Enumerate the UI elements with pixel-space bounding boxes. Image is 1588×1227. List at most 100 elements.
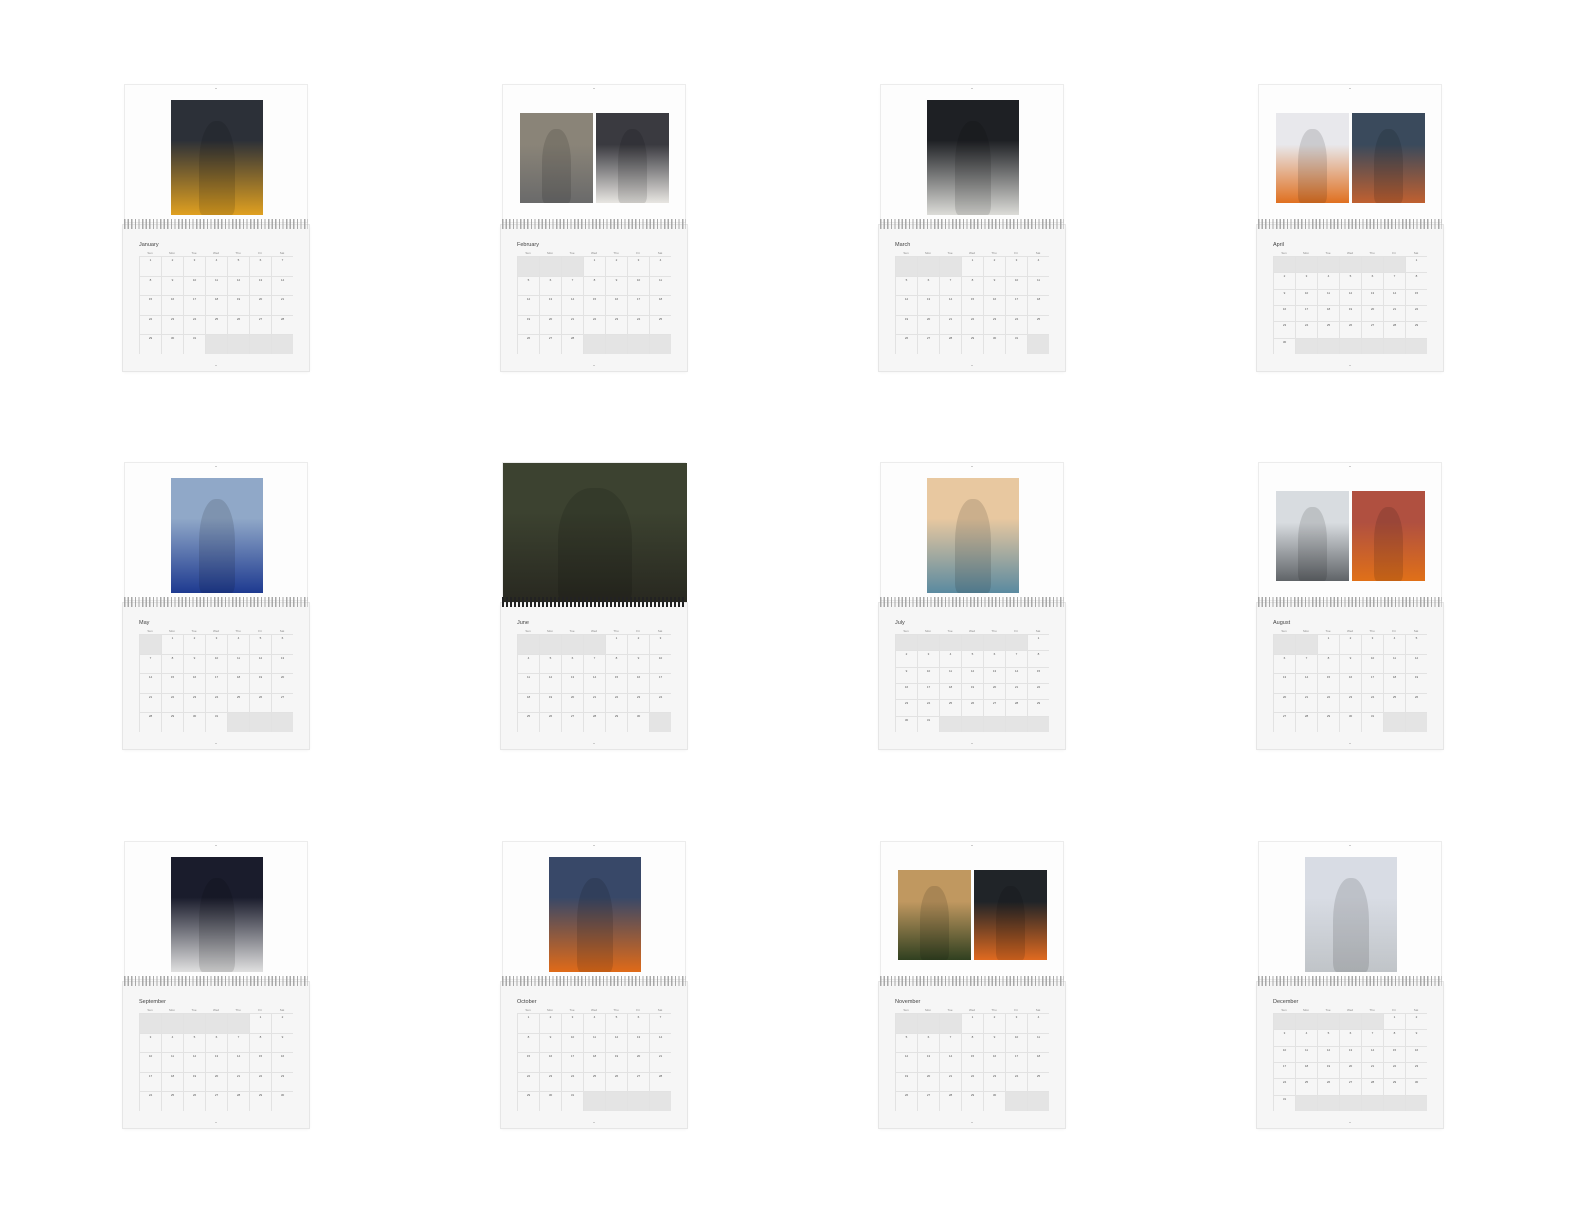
calendar-page-may[interactable]: May Sun Mon Tue Wed Thu Fri Sat 1 2 3 4 5 6 7 8 9 10 11 12 1… [123,463,309,749]
day-cell: 19 [249,673,271,693]
month-title: January [139,242,159,248]
day-cell: 30 [1273,337,1295,354]
footer-mark [593,365,595,366]
day-cell: 10 [1361,653,1383,674]
day-cell: 13 [983,666,1005,683]
day-cell: 13 [249,275,271,296]
day-cell: 1 [249,1013,271,1033]
day-cell: 23 [161,314,183,335]
day-cell [583,334,605,354]
day-cell: 21 [1295,692,1317,713]
day-cell: 21 [271,295,293,315]
calendar-page-december[interactable]: December Sun Mon Tue Wed Thu Fri Sat 1 2 3 4 5 6 7 8 9 10… [1257,842,1443,1128]
day-cell: 12 [895,1052,917,1072]
day-cell: 7 [271,256,293,276]
day-cell: 2 [627,634,649,654]
day-cell: 19 [183,1071,205,1092]
day-cell: 7 [1005,650,1027,667]
day-cell: 5 [517,275,539,296]
day-cell: 28 [939,1091,961,1111]
day-cell: 22 [1383,1062,1405,1079]
day-cell: 3 [205,634,227,654]
day-cell [1339,256,1361,273]
day-cell: 29 [249,1091,271,1111]
calendar-page-october[interactable]: October Sun Mon Tue Wed Thu Fri Sat 1 2 3 4 5 6 7 8 9 10 1… [501,842,687,1128]
day-cell: 22 [961,1071,983,1092]
day-cell: 4 [1317,272,1339,289]
day-cell: 27 [917,334,939,354]
month-title: June [517,620,529,626]
day-cell: 14 [1361,1045,1383,1062]
calendar-photo [1352,113,1425,203]
calendar-page-august[interactable]: August Sun Mon Tue Wed Thu Fri Sat 1 2 3 4 5 6 7 8 9 10 11… [1257,463,1443,749]
calendar-page-april[interactable]: April Sun Mon Tue Wed Thu Fri Sat 1 2 3 4 5 6 7 8 9 10 11 1… [1257,85,1443,371]
calendar-photo [1305,857,1397,972]
day-cell [249,334,271,354]
day-cell: 27 [561,712,583,732]
calendar-photo [927,478,1019,593]
day-cell: 25 [205,314,227,335]
day-cell [627,1091,649,1111]
calendar-page-july[interactable]: July Sun Mon Tue Wed Thu Fri Sat 1 2 3 4 5 6 7 8 9 10 11 12… [879,463,1065,749]
hanger-mark [971,845,973,846]
day-cell [939,715,961,732]
day-cell: 2 [983,256,1005,276]
month-title: April [1273,242,1285,248]
calendar-photo [596,113,669,203]
day-cell: 5 [249,634,271,654]
day-cell: 2 [1339,634,1361,654]
day-cell: 15 [161,673,183,693]
day-cell: 4 [1027,1013,1049,1033]
photo-subject [1373,507,1404,581]
day-cell [961,634,983,651]
calendar-page-september[interactable]: September Sun Mon Tue Wed Thu Fri Sat 1 2 3 4 5 6 7 8 9 1… [123,842,309,1128]
calendar-page-november[interactable]: November Sun Mon Tue Wed Thu Fri Sat 1 2 3 4 5 6 7 8 9 10… [879,842,1065,1128]
footer-mark [593,743,595,744]
calendar-page-february[interactable]: February Sun Mon Tue Wed Thu Fri Sat 1 2 3 4 5 6 7 8 9 10… [501,85,687,371]
day-cell: 25 [1317,321,1339,338]
day-cell: 6 [249,256,271,276]
day-cell [539,634,561,654]
day-cell: 11 [1295,1045,1317,1062]
day-cell [1027,334,1049,354]
month-grid: Sun Mon Tue Wed Thu Fri Sat 1 2 3 4 5 6 7 8 9 10 11 12 13 14… [1273,250,1427,354]
hanger-mark [971,88,973,89]
day-cell: 12 [1339,288,1361,305]
day-cell [1317,256,1339,273]
day-cell: 11 [1027,1032,1049,1053]
day-cell: 28 [649,1071,671,1092]
day-cell: 2 [271,1013,293,1033]
day-cell: 23 [627,692,649,713]
day-cell: 18 [1027,295,1049,315]
day-cell: 11 [1383,653,1405,674]
day-cell: 4 [583,1013,605,1033]
day-cell: 11 [161,1052,183,1072]
day-cell: 5 [539,653,561,674]
day-cell: 19 [1317,1062,1339,1079]
month-grid: Sun Mon Tue Wed Thu Fri Sat 1 2 3 4 5 6 7 8 9 10 11 12 13 14… [895,1007,1049,1111]
day-cell: 12 [895,295,917,315]
calendar-photo [520,113,593,203]
day-cell: 16 [539,1052,561,1072]
day-cell: 10 [917,666,939,683]
day-cell: 1 [961,1013,983,1033]
day-cell: 15 [139,295,161,315]
day-cell: 1 [961,256,983,276]
day-cell: 30 [983,1091,1005,1111]
day-cell: 19 [605,1052,627,1072]
day-cell: 17 [561,1052,583,1072]
day-cell: 20 [561,692,583,713]
calendar-page-june[interactable]: June Sun Mon Tue Wed Thu Fri Sat 1 2 3 4 5 6 7 8 9 10 11 12… [501,463,687,749]
day-cell [961,715,983,732]
day-cell [1361,256,1383,273]
day-cell: 3 [1005,1013,1027,1033]
day-cell: 15 [1405,288,1427,305]
calendar-page-january[interactable]: January Sun Mon Tue Wed Thu Fri Sat 1 2 3 4 5 6 7 8 9 10 1… [123,85,309,371]
day-cell: 26 [605,1071,627,1092]
calendar-page-march[interactable]: March Sun Mon Tue Wed Thu Fri Sat 1 2 3 4 5 6 7 8 9 10 11 1… [879,85,1065,371]
day-cell: 7 [139,653,161,674]
month-grid: Sun Mon Tue Wed Thu Fri Sat 1 2 3 4 5 6 7 8 9 10 11 12 13 14… [517,1007,671,1111]
month-grid: Sun Mon Tue Wed Thu Fri Sat 1 2 3 4 5 6 7 8 9 10 11 12 13 14… [895,628,1049,732]
day-cell: 9 [895,666,917,683]
day-cell: 28 [939,334,961,354]
